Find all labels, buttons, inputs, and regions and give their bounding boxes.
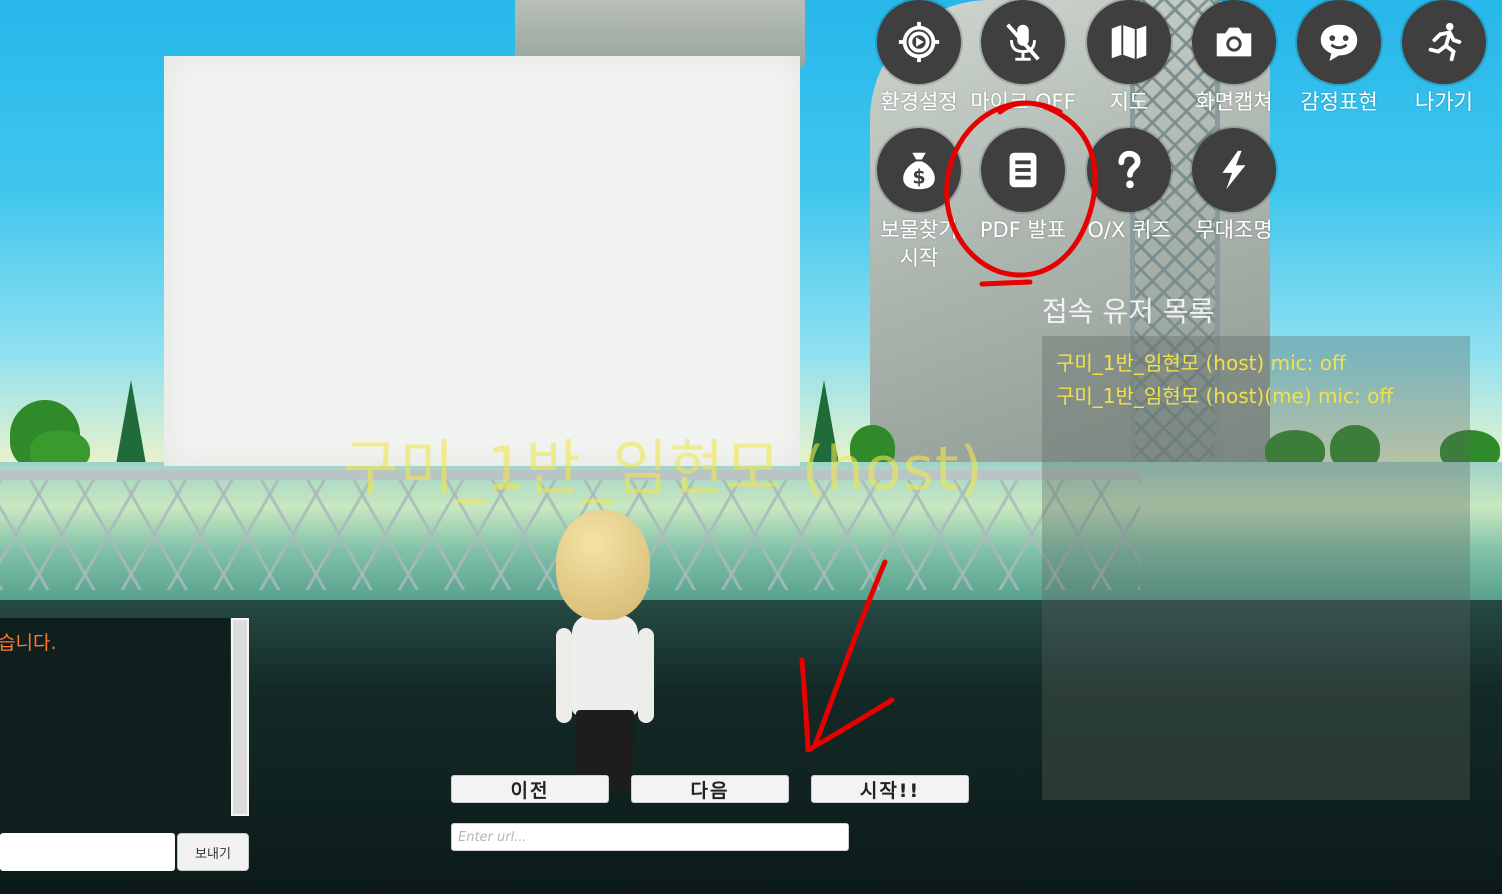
chat-log: 습니다. bbox=[0, 618, 230, 816]
settings-button[interactable]: 환경설정 bbox=[864, 0, 974, 116]
treasure-hunt-button[interactable]: $ 보물찾기 시작 bbox=[864, 128, 974, 272]
lightning-icon bbox=[1192, 128, 1276, 212]
map-button[interactable]: 지도 bbox=[1074, 0, 1184, 116]
camera-icon bbox=[1192, 0, 1276, 84]
next-slide-button[interactable]: 다음 bbox=[631, 775, 789, 803]
chat-message: 습니다. bbox=[0, 632, 57, 654]
player-avatar bbox=[550, 510, 660, 800]
pdf-url-input[interactable] bbox=[451, 823, 849, 851]
prev-slide-button[interactable]: 이전 bbox=[451, 775, 609, 803]
user-list-panel: 구미_1반_임현모 (host) mic: off 구미_1반_임현모 (hos… bbox=[1042, 336, 1470, 800]
exit-run-icon bbox=[1402, 0, 1486, 84]
chat-scrollbar[interactable] bbox=[231, 618, 249, 816]
menu-label: 환경설정 bbox=[880, 90, 958, 114]
avatar-body bbox=[572, 615, 638, 715]
chat-input[interactable] bbox=[0, 833, 175, 871]
presentation-screen bbox=[164, 56, 800, 466]
avatar-arm bbox=[556, 628, 572, 723]
pine-tree bbox=[115, 380, 147, 470]
player-nametag: 구미_1반_임현모 (host) bbox=[343, 434, 984, 504]
menu-label: 감정표현 bbox=[1300, 90, 1378, 114]
menu-label: 화면캡쳐 bbox=[1195, 90, 1273, 114]
menu-label: 보물찾기 시작 bbox=[880, 218, 958, 270]
user-list-title: 접속 유저 목록 bbox=[1042, 295, 1215, 328]
exit-button[interactable]: 나가기 bbox=[1389, 0, 1499, 116]
pdf-presentation-button[interactable]: PDF 발표 bbox=[968, 128, 1078, 244]
document-icon bbox=[981, 128, 1065, 212]
user-list-item: 구미_1반_임현모 (host) mic: off bbox=[1056, 351, 1346, 375]
send-button[interactable]: 보내기 bbox=[177, 833, 249, 871]
svg-text:$: $ bbox=[912, 165, 925, 188]
emotion-button[interactable]: 감정표현 bbox=[1284, 0, 1394, 116]
user-list-item: 구미_1반_임현모 (host)(me) mic: off bbox=[1056, 384, 1394, 408]
screenshot-button[interactable]: 화면캡쳐 bbox=[1179, 0, 1289, 116]
money-bag-icon: $ bbox=[877, 128, 961, 212]
mic-toggle-button[interactable]: 마이크 OFF bbox=[968, 0, 1078, 116]
question-icon bbox=[1087, 128, 1171, 212]
menu-label: 나가기 bbox=[1415, 90, 1473, 114]
menu-label: 지도 bbox=[1109, 90, 1149, 114]
menu-label: 무대조명 bbox=[1195, 218, 1273, 242]
gear-play-icon bbox=[877, 0, 961, 84]
emoji-icon bbox=[1297, 0, 1381, 84]
map-icon bbox=[1087, 0, 1171, 84]
avatar-head bbox=[556, 510, 650, 620]
avatar-arm bbox=[638, 628, 654, 723]
stage-lighting-button[interactable]: 무대조명 bbox=[1179, 128, 1289, 244]
menu-label: PDF 발표 bbox=[979, 218, 1067, 242]
ox-quiz-button[interactable]: O/X 퀴즈 bbox=[1074, 128, 1184, 244]
menu-label: O/X 퀴즈 bbox=[1087, 218, 1171, 242]
menu-label: 마이크 OFF bbox=[970, 90, 1076, 114]
mic-off-icon bbox=[981, 0, 1065, 84]
start-presentation-button[interactable]: 시작!! bbox=[811, 775, 969, 803]
